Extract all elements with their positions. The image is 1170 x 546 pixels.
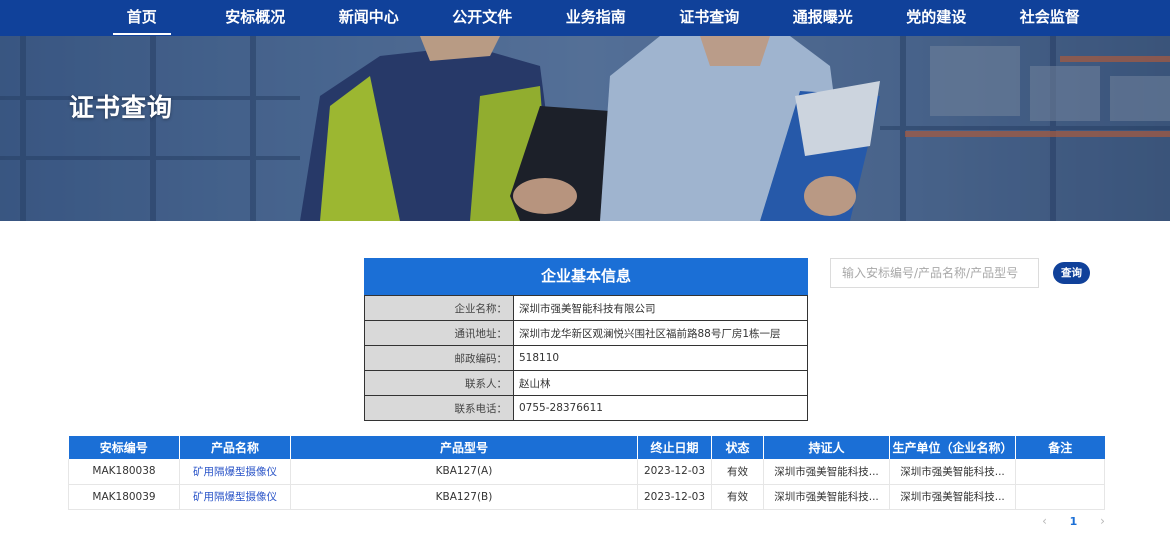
company-info-table: 企业名称： 深圳市强美智能科技有限公司 通讯地址： 深圳市龙华新区观澜悦兴围社区… — [364, 295, 808, 421]
page-title: 证书查询 — [69, 93, 174, 122]
column-header: 产品名称 — [179, 436, 291, 459]
column-header: 终止日期 — [637, 436, 712, 459]
remark-cell — [1015, 484, 1105, 510]
model-cell: KBA127(A) — [290, 459, 638, 485]
cert-number-cell: MAK180039 — [68, 484, 180, 510]
info-row-phone: 联系电话： 0755-28376611 — [364, 395, 808, 421]
info-row-contact: 联系人： 赵山林 — [364, 370, 808, 396]
chevron-left-icon[interactable]: ‹ — [1030, 514, 1059, 528]
certificate-results-table: 安标编号 产品名称 产品型号 终止日期 状态 持证人 生产单位（企业名称） 备注… — [68, 436, 1105, 510]
column-header: 产品型号 — [290, 436, 638, 459]
table-row: MAK180039 矿用隔爆型摄像仪 KBA127(B) 2023-12-03 … — [68, 484, 1105, 510]
cert-number-cell: MAK180038 — [68, 459, 180, 485]
product-name-link[interactable]: 矿用隔爆型摄像仪 — [193, 466, 277, 478]
info-row-company-name: 企业名称： 深圳市强美智能科技有限公司 — [364, 295, 808, 321]
search-input[interactable] — [830, 258, 1039, 288]
search-button[interactable]: 查询 — [1053, 262, 1090, 284]
page-banner: 证书查询 — [0, 36, 1170, 221]
nav-item-party-building[interactable]: 党的建设 — [880, 0, 994, 36]
nav-item-home[interactable]: 首页 — [85, 0, 199, 36]
model-cell: KBA127(B) — [290, 484, 638, 510]
manufacturer-cell: 深圳市强美智能科技... — [889, 459, 1016, 485]
company-info-heading: 企业基本信息 — [364, 258, 808, 295]
contact-value: 赵山林 — [513, 370, 808, 396]
status-cell: 有效 — [711, 484, 764, 510]
nav-item-social-supervision[interactable]: 社会监督 — [993, 0, 1107, 36]
product-name-link[interactable]: 矿用隔爆型摄像仪 — [193, 491, 277, 503]
column-header: 安标编号 — [68, 436, 180, 459]
info-label: 联系人： — [364, 370, 514, 396]
info-label: 通讯地址： — [364, 320, 514, 346]
product-name-cell: 矿用隔爆型摄像仪 — [179, 484, 291, 510]
chevron-right-icon[interactable]: › — [1088, 514, 1117, 528]
column-header: 生产单位（企业名称） — [889, 436, 1016, 459]
table-row: MAK180038 矿用隔爆型摄像仪 KBA127(A) 2023-12-03 … — [68, 459, 1105, 485]
remark-cell — [1015, 459, 1105, 485]
end-date-cell: 2023-12-03 — [637, 484, 712, 510]
address-value: 深圳市龙华新区观澜悦兴围社区福前路88号厂房1栋一层 — [513, 320, 808, 346]
phone-value: 0755-28376611 — [513, 395, 808, 421]
status-cell: 有效 — [711, 459, 764, 485]
end-date-cell: 2023-12-03 — [637, 459, 712, 485]
nav-item-overview[interactable]: 安标概况 — [199, 0, 313, 36]
info-row-postcode: 邮政编码： 518110 — [364, 345, 808, 371]
table-header-row: 安标编号 产品名称 产品型号 终止日期 状态 持证人 生产单位（企业名称） 备注 — [68, 436, 1105, 459]
company-info-panel: 企业基本信息 企业名称： 深圳市强美智能科技有限公司 通讯地址： 深圳市龙华新区… — [364, 258, 808, 421]
nav-list: 首页 安标概况 新闻中心 公开文件 业务指南 证书查询 通报曝光 党的建设 社会… — [85, 0, 1107, 36]
top-nav: 首页 安标概况 新闻中心 公开文件 业务指南 证书查询 通报曝光 党的建设 社会… — [0, 0, 1170, 36]
banner-image — [0, 36, 1170, 221]
nav-item-certificate-query[interactable]: 证书查询 — [653, 0, 767, 36]
nav-item-notices[interactable]: 通报曝光 — [766, 0, 880, 36]
info-label: 联系电话： — [364, 395, 514, 421]
column-header: 备注 — [1015, 436, 1105, 459]
info-label: 邮政编码： — [364, 345, 514, 371]
page-number-current[interactable]: 1 — [1059, 515, 1088, 528]
column-header: 持证人 — [763, 436, 890, 459]
info-row-address: 通讯地址： 深圳市龙华新区观澜悦兴围社区福前路88号厂房1栋一层 — [364, 320, 808, 346]
column-header: 状态 — [711, 436, 764, 459]
nav-item-public-docs[interactable]: 公开文件 — [426, 0, 540, 36]
pagination: ‹ 1 › — [1030, 512, 1117, 530]
manufacturer-cell: 深圳市强美智能科技... — [889, 484, 1016, 510]
nav-item-business-guide[interactable]: 业务指南 — [539, 0, 653, 36]
holder-cell: 深圳市强美智能科技... — [763, 459, 890, 485]
nav-item-news[interactable]: 新闻中心 — [312, 0, 426, 36]
info-label: 企业名称： — [364, 295, 514, 321]
holder-cell: 深圳市强美智能科技... — [763, 484, 890, 510]
company-name-value: 深圳市强美智能科技有限公司 — [513, 295, 808, 321]
postcode-value: 518110 — [513, 345, 808, 371]
product-name-cell: 矿用隔爆型摄像仪 — [179, 459, 291, 485]
